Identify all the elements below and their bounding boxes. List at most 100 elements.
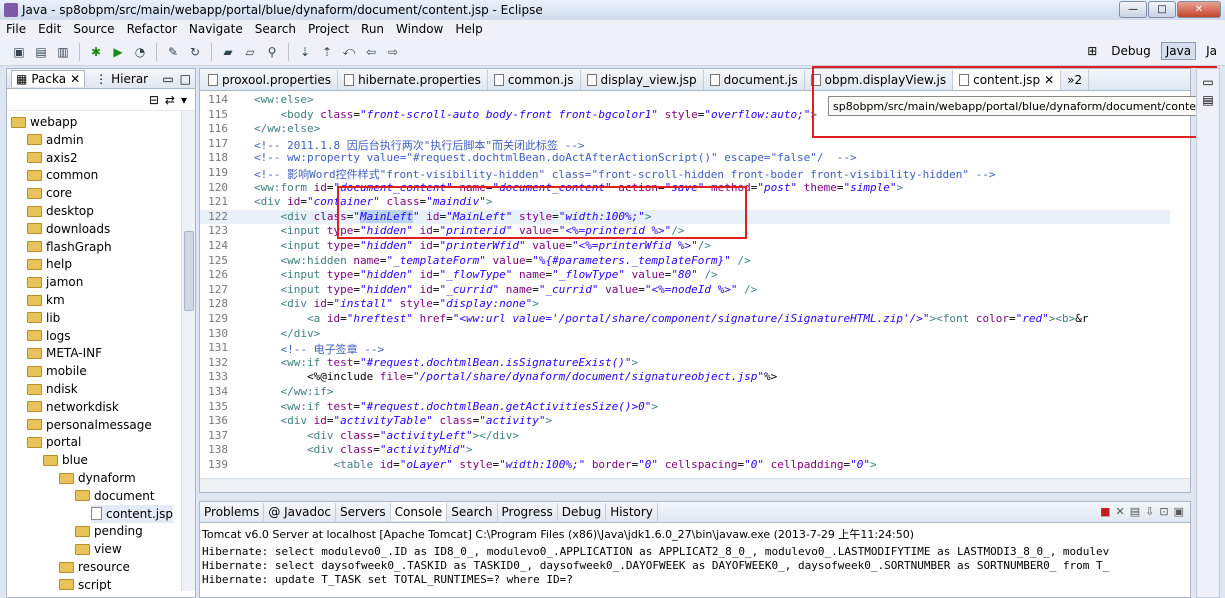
menu-search[interactable]: Search — [255, 22, 296, 36]
tree-item[interactable]: resource — [59, 558, 130, 576]
menu-help[interactable]: Help — [455, 22, 482, 36]
menu-run[interactable]: Run — [361, 22, 384, 36]
perspective-more[interactable]: Ja — [1202, 43, 1221, 59]
pin-console-icon[interactable]: ⊡ — [1159, 505, 1168, 518]
bottom-tab[interactable]: Console — [390, 503, 448, 521]
open-type-icon[interactable]: ▱ — [241, 43, 259, 61]
open-console-icon[interactable]: ▣ — [1174, 505, 1184, 518]
bottom-tab[interactable]: Problems — [200, 503, 265, 521]
forward-icon[interactable]: ⇨ — [384, 43, 402, 61]
minimize-button[interactable]: — — [1119, 1, 1147, 18]
editor-tab[interactable]: display_view.jsp — [581, 69, 704, 90]
menu-file[interactable]: File — [6, 22, 26, 36]
menu-edit[interactable]: Edit — [38, 22, 61, 36]
menu-refactor[interactable]: Refactor — [127, 22, 177, 36]
maximize-icon[interactable]: □ — [180, 72, 191, 86]
tree-item[interactable]: webapp — [11, 113, 77, 131]
debug-icon[interactable]: ✱ — [87, 43, 105, 61]
tree-item[interactable]: axis2 — [27, 149, 78, 167]
line-number: 125 — [208, 253, 228, 267]
menu-navigate[interactable]: Navigate — [189, 22, 243, 36]
tree-item[interactable]: document — [75, 487, 155, 505]
tree-item[interactable]: km — [27, 291, 65, 309]
bottom-tab[interactable]: History — [606, 503, 658, 521]
tree-item[interactable]: portal — [27, 433, 81, 451]
bottom-tab[interactable]: @ Javadoc — [264, 503, 337, 521]
run-icon[interactable]: ▶ — [109, 43, 127, 61]
tree-item-label: logs — [46, 328, 71, 343]
tree-item[interactable]: help — [27, 255, 72, 273]
tree-item[interactable]: META-INF — [27, 344, 102, 362]
scrollbar-thumb[interactable] — [184, 231, 194, 311]
tree-item[interactable]: ndisk — [27, 380, 78, 398]
code-area[interactable]: 114 <ww:else> 115 <body class="front-scrol… — [200, 91, 1192, 479]
menu-window[interactable]: Window — [396, 22, 443, 36]
bottom-tab[interactable]: Servers — [336, 503, 391, 521]
prev-annotation-icon[interactable]: ⇡ — [318, 43, 336, 61]
new-project-icon[interactable]: ✎ — [164, 43, 182, 61]
print-icon[interactable]: ▥ — [54, 43, 72, 61]
editor-hscrollbar[interactable] — [200, 478, 1190, 492]
close-button[interactable]: ✕ — [1177, 1, 1221, 18]
tree-item[interactable]: pending — [75, 522, 143, 540]
menu-project[interactable]: Project — [308, 22, 349, 36]
new-icon[interactable]: ▣ — [10, 43, 28, 61]
tree-item[interactable]: content.jsp — [91, 504, 173, 523]
outline-icon[interactable]: ▭ — [1197, 75, 1219, 89]
maximize-button[interactable]: □ — [1148, 1, 1176, 18]
tree-item[interactable]: view — [75, 540, 122, 558]
link-editor-icon[interactable]: ⇄ — [165, 93, 175, 107]
tree-item[interactable]: networkdisk — [27, 398, 119, 416]
tree-item[interactable]: common — [27, 166, 98, 184]
tab-hierarchy[interactable]: ⋮ Hierar — [91, 71, 152, 87]
tree-scrollbar[interactable] — [181, 111, 195, 591]
bottom-tab[interactable]: Progress — [498, 503, 558, 521]
next-annotation-icon[interactable]: ⇣ — [296, 43, 314, 61]
tree-item[interactable]: personalmessage — [27, 416, 152, 434]
clear-console-icon[interactable]: ▤ — [1130, 505, 1140, 518]
bottom-tab[interactable]: Debug — [558, 503, 607, 521]
tree-item[interactable]: blue — [43, 451, 88, 469]
tree-item[interactable]: admin — [27, 131, 84, 149]
editor-tab[interactable]: document.js — [704, 69, 805, 90]
tree-item[interactable]: lib — [27, 309, 60, 327]
perspective-java[interactable]: Java — [1160, 42, 1197, 60]
back-icon[interactable]: ⇦ — [362, 43, 380, 61]
scroll-lock-icon[interactable]: ⇩ — [1145, 505, 1154, 518]
tree-item[interactable]: desktop — [27, 202, 94, 220]
external-tools-icon[interactable]: ◔ — [131, 43, 149, 61]
close-icon[interactable]: ✕ — [70, 72, 80, 86]
main-toolbar: ▣ ▤ ▥ ✱ ▶ ◔ ✎ ↻ ▰ ▱ ⚲ ⇣ ⇡ ⤺ ⇦ ⇨ — [0, 38, 1225, 66]
editor-tab[interactable]: common.js — [488, 69, 581, 90]
open-folder-icon[interactable]: ▰ — [219, 43, 237, 61]
view-menu-icon[interactable]: ▾ — [181, 93, 187, 107]
perspective-debug[interactable]: Debug — [1107, 43, 1154, 59]
tree-item[interactable]: dynaform — [59, 469, 136, 487]
tree-item-label: ndisk — [46, 382, 78, 396]
tree-item[interactable]: script — [59, 576, 111, 591]
code-line: 138 <div class="activityMid"> — [200, 443, 1170, 457]
last-edit-icon[interactable]: ⤺ — [340, 43, 358, 61]
tree-item[interactable]: downloads — [27, 220, 110, 238]
editor-tab[interactable]: proxool.properties — [202, 69, 339, 90]
open-perspective-icon[interactable]: ⊞ — [1083, 43, 1101, 59]
refresh-icon[interactable]: ↻ — [186, 43, 204, 61]
search-icon[interactable]: ⚲ — [263, 43, 281, 61]
terminate-icon[interactable]: ■ — [1100, 505, 1110, 518]
tab-label: Hierar — [111, 71, 149, 86]
remove-launch-icon[interactable]: ✕ — [1116, 505, 1125, 518]
collapse-all-icon[interactable]: ⊟ — [149, 93, 159, 107]
tree-item[interactable]: mobile — [27, 362, 87, 380]
tree-item[interactable]: jamon — [27, 273, 83, 291]
tab-package-explorer[interactable]: ▦ Packa ✕ — [11, 70, 86, 87]
task-list-icon[interactable]: ▤ — [1197, 93, 1219, 107]
save-icon[interactable]: ▤ — [32, 43, 50, 61]
tree-item[interactable]: logs — [27, 327, 71, 345]
tree-item[interactable]: flashGraph — [27, 238, 112, 256]
overview-ruler[interactable] — [1176, 91, 1188, 479]
editor-tab[interactable]: hibernate.properties — [338, 69, 488, 90]
bottom-tab[interactable]: Search — [447, 503, 498, 521]
tree-item[interactable]: core — [27, 184, 72, 202]
menu-source[interactable]: Source — [73, 22, 114, 36]
minimize-icon[interactable]: ▭ — [162, 72, 173, 86]
